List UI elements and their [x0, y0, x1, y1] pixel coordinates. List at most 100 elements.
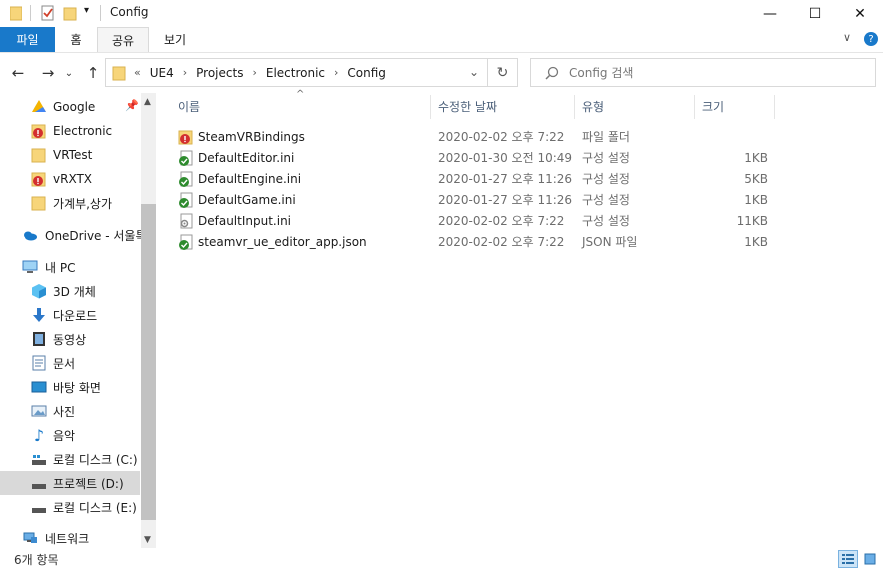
- file-type: JSON 파일: [582, 235, 638, 249]
- customize-toolbar-icon[interactable]: ▾: [84, 5, 89, 16]
- column-header-date[interactable]: 수정한 날짜: [438, 93, 497, 119]
- nav-item-pictures[interactable]: 사진: [0, 399, 140, 423]
- ribbon: 파일 홈 공유 보기 ∨ ?: [0, 27, 883, 53]
- list-item[interactable]: DefaultGame.ini 2020-01-27 오후 11:26 구성 설…: [170, 189, 780, 210]
- file-name: DefaultInput.ini: [198, 213, 292, 228]
- file-date: 2020-02-02 오후 7:22: [438, 130, 565, 144]
- nav-item-onedrive[interactable]: OneDrive - 서울특: [0, 223, 147, 247]
- folder-icon: [31, 195, 47, 211]
- recent-locations-icon[interactable]: ⌄: [62, 63, 76, 83]
- list-item[interactable]: DefaultInput.ini 2020-02-02 오후 7:22 구성 설…: [170, 210, 780, 231]
- file-type: 구성 설정: [582, 193, 630, 207]
- file-size: 1KB: [744, 150, 768, 165]
- sort-indicator-icon: ^: [296, 89, 305, 100]
- folder-icon: [31, 147, 47, 163]
- column-headers: ^ 이름 수정한 날짜 유형 크기: [170, 89, 870, 119]
- up-arrow-icon[interactable]: ↑: [82, 63, 104, 83]
- scroll-down-icon[interactable]: ▼: [144, 535, 151, 545]
- file-synced-icon: [178, 168, 194, 189]
- file-date: 2020-01-27 오후 11:26: [438, 172, 573, 186]
- tab-home[interactable]: 홈: [55, 27, 97, 52]
- file-date: 2020-02-02 오후 7:22: [438, 214, 565, 228]
- help-icon[interactable]: ?: [864, 32, 878, 46]
- list-item[interactable]: DefaultEditor.ini 2020-01-30 오전 10:49 구성…: [170, 147, 780, 168]
- tab-share[interactable]: 공유: [97, 27, 149, 52]
- nav-item-desktop[interactable]: 바탕 화면: [0, 375, 140, 399]
- file-synced-icon: [178, 231, 194, 252]
- download-icon: [31, 307, 47, 323]
- new-folder-icon[interactable]: [62, 5, 78, 21]
- column-header-name[interactable]: 이름: [178, 93, 200, 119]
- list-item[interactable]: steamvr_ue_editor_app.json 2020-02-02 오후…: [170, 231, 780, 252]
- nav-item-3d-objects[interactable]: 3D 개체: [0, 279, 140, 303]
- chevron-down-icon[interactable]: ⌄: [469, 65, 479, 79]
- breadcrumb-ue4[interactable]: UE4: [150, 66, 174, 80]
- file-synced-icon: [178, 147, 194, 168]
- breadcrumb-electronic[interactable]: Electronic: [266, 66, 325, 80]
- column-header-type[interactable]: 유형: [582, 93, 604, 119]
- window-title: Config: [110, 5, 149, 19]
- nav-item-household[interactable]: 가계부,상가: [0, 191, 140, 215]
- file-size: 1KB: [744, 234, 768, 249]
- chevron-down-icon[interactable]: ∨: [843, 31, 851, 44]
- chevron-right-icon[interactable]: ›: [252, 66, 256, 79]
- details-view-icon[interactable]: [838, 550, 858, 568]
- navigation-pane: Google 📌 Electronic VRTest vRXTX 가계부,상가 …: [0, 93, 156, 548]
- nav-item-videos[interactable]: 동영상: [0, 327, 140, 351]
- documents-icon: [31, 355, 47, 371]
- forward-arrow-icon[interactable]: →: [37, 63, 59, 83]
- column-divider[interactable]: [694, 95, 695, 119]
- column-divider[interactable]: [774, 95, 775, 119]
- nav-item-vrxtx[interactable]: vRXTX: [0, 167, 140, 191]
- column-header-size[interactable]: 크기: [702, 93, 724, 119]
- nav-item-this-pc[interactable]: 내 PC: [0, 255, 140, 279]
- file-date: 2020-01-27 오후 11:26: [438, 193, 573, 207]
- back-arrow-icon[interactable]: ←: [7, 63, 29, 83]
- overflow-icon[interactable]: «: [134, 66, 141, 79]
- nav-item-music[interactable]: ♪ 음악: [0, 423, 140, 447]
- search-input[interactable]: Config 검색: [530, 58, 876, 87]
- tab-view[interactable]: 보기: [149, 27, 201, 52]
- nav-scrollbar-thumb[interactable]: [141, 204, 156, 520]
- close-button[interactable]: ✕: [837, 0, 883, 27]
- breadcrumb-projects[interactable]: Projects: [196, 66, 243, 80]
- pin-icon[interactable]: 📌: [125, 99, 139, 112]
- nav-item-vrtest[interactable]: VRTest: [0, 143, 140, 167]
- status-bar: 6개 항목: [0, 548, 883, 569]
- list-item[interactable]: DefaultEngine.ini 2020-01-27 오후 11:26 구성…: [170, 168, 780, 189]
- file-name: DefaultEngine.ini: [198, 171, 302, 186]
- 3d-objects-icon: [31, 283, 47, 299]
- minimize-button[interactable]: —: [747, 0, 793, 27]
- tab-file[interactable]: 파일: [0, 27, 55, 52]
- column-divider[interactable]: [574, 95, 575, 119]
- properties-icon[interactable]: [40, 5, 56, 21]
- file-date: 2020-01-30 오전 10:49: [438, 151, 573, 165]
- nav-item-downloads[interactable]: 다운로드: [0, 303, 140, 327]
- address-bar[interactable]: « UE4 › Projects › Electronic › Config ⌄: [105, 58, 488, 87]
- nav-item-documents[interactable]: 문서: [0, 351, 140, 375]
- item-count: 6개 항목: [14, 553, 59, 567]
- file-type: 구성 설정: [582, 151, 630, 165]
- folder-warning-icon: [31, 123, 47, 139]
- scroll-up-icon[interactable]: ▲: [144, 97, 151, 107]
- column-divider[interactable]: [430, 95, 431, 119]
- chevron-right-icon[interactable]: ›: [334, 66, 338, 79]
- nav-item-electronic[interactable]: Electronic: [0, 119, 140, 143]
- chevron-right-icon[interactable]: ›: [183, 66, 187, 79]
- nav-item-drive-e[interactable]: 로컬 디스크 (E:): [0, 495, 140, 519]
- file-synced-icon: [178, 189, 194, 210]
- refresh-icon[interactable]: ↻: [488, 58, 518, 87]
- nav-item-drive-d[interactable]: 프로젝트 (D:): [0, 471, 140, 495]
- drive-icon: [31, 475, 47, 491]
- breadcrumb-config[interactable]: Config: [347, 66, 386, 80]
- nav-item-google[interactable]: Google 📌: [0, 95, 140, 119]
- nav-item-network[interactable]: 네트워크: [0, 526, 140, 548]
- list-item[interactable]: SteamVRBindings 2020-02-02 오후 7:22 파일 폴더: [170, 126, 780, 147]
- file-name: DefaultGame.ini: [198, 192, 296, 207]
- large-icons-view-icon[interactable]: [860, 550, 880, 568]
- nav-item-drive-c[interactable]: 로컬 디스크 (C:): [0, 447, 140, 471]
- divider: [100, 5, 101, 21]
- desktop-icon: [31, 379, 47, 395]
- video-icon: [31, 331, 47, 347]
- maximize-button[interactable]: ☐: [792, 0, 838, 27]
